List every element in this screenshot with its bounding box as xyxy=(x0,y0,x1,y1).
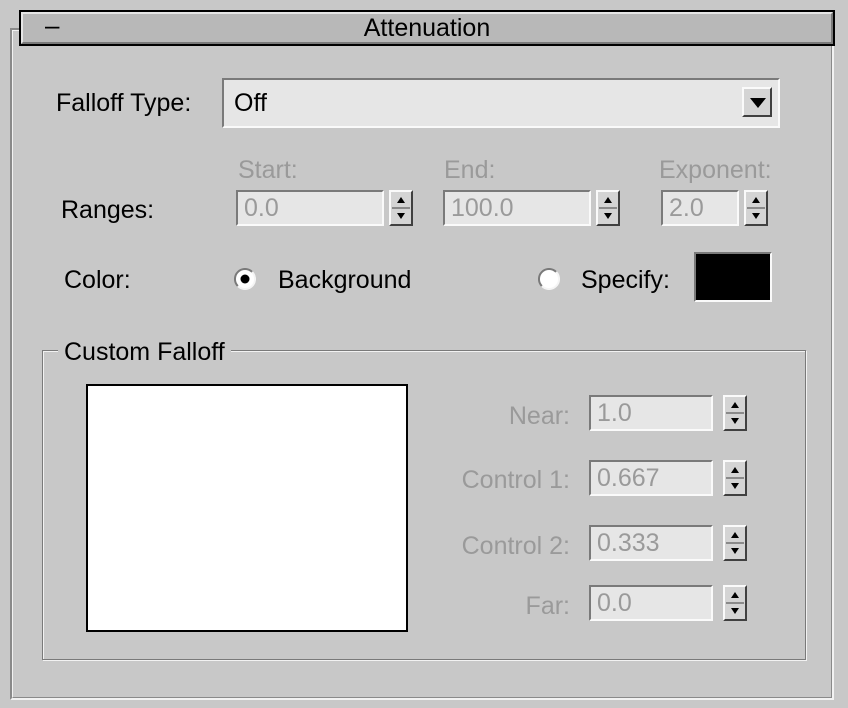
exponent-field[interactable]: 2.0 xyxy=(661,190,739,226)
start-label: Start: xyxy=(238,156,298,184)
specify-label[interactable]: Specify: xyxy=(581,266,670,295)
spinner-up-down-icon xyxy=(726,532,744,554)
exponent-spinner[interactable] xyxy=(744,190,768,226)
spinner-up-down-icon xyxy=(726,402,744,424)
control1-spinner[interactable] xyxy=(723,460,747,496)
end-value: 100.0 xyxy=(451,194,514,222)
background-label[interactable]: Background xyxy=(278,266,411,295)
far-spinner[interactable] xyxy=(723,585,747,621)
near-field[interactable]: 1.0 xyxy=(589,395,713,431)
spinner-up-down-icon xyxy=(726,592,744,614)
falloff-type-dropdown[interactable]: Off xyxy=(222,78,780,128)
color-label: Color: xyxy=(64,266,131,294)
end-label: End: xyxy=(444,156,496,184)
spinner-up-down-icon xyxy=(747,197,765,219)
control1-value: 0.667 xyxy=(597,464,660,492)
start-value: 0.0 xyxy=(244,194,279,222)
control1-field[interactable]: 0.667 xyxy=(589,460,713,496)
start-spinner[interactable] xyxy=(389,190,413,226)
start-field[interactable]: 0.0 xyxy=(236,190,384,226)
control2-field[interactable]: 0.333 xyxy=(589,525,713,561)
exponent-label: Exponent: xyxy=(659,156,772,184)
near-value: 1.0 xyxy=(597,399,632,427)
control2-label: Control 2: xyxy=(461,532,570,560)
radio-specify[interactable] xyxy=(538,268,560,290)
spinner-up-down-icon xyxy=(392,197,410,219)
control2-value: 0.333 xyxy=(597,529,660,557)
control2-spinner[interactable] xyxy=(723,525,747,561)
custom-falloff-label: Custom Falloff xyxy=(58,338,231,367)
exponent-value: 2.0 xyxy=(669,194,704,222)
end-spinner[interactable] xyxy=(596,190,620,226)
near-spinner[interactable] xyxy=(723,395,747,431)
control1-label: Control 1: xyxy=(461,466,570,494)
far-label: Far: xyxy=(525,592,570,620)
ranges-label: Ranges: xyxy=(61,196,155,224)
spinner-up-down-icon xyxy=(726,467,744,489)
spinner-up-down-icon xyxy=(599,197,617,219)
rollout-title: Attenuation xyxy=(363,14,491,42)
falloff-curve-graph[interactable] xyxy=(86,384,408,632)
radio-unchecked-icon xyxy=(538,268,560,290)
near-label: Near: xyxy=(508,402,570,430)
dropdown-arrow-button[interactable] xyxy=(742,87,772,117)
radio-background[interactable] xyxy=(234,268,256,290)
end-field[interactable]: 100.0 xyxy=(443,190,591,226)
falloff-type-label: Falloff Type: xyxy=(56,89,192,117)
far-value: 0.0 xyxy=(597,589,632,617)
radio-checked-icon xyxy=(234,268,256,290)
color-swatch[interactable] xyxy=(694,252,772,302)
triangle-down-icon xyxy=(750,98,766,108)
rollout-title-bar[interactable]: – Attenuation xyxy=(19,10,835,46)
far-field[interactable]: 0.0 xyxy=(589,585,713,621)
falloff-type-value: Off xyxy=(234,89,267,117)
